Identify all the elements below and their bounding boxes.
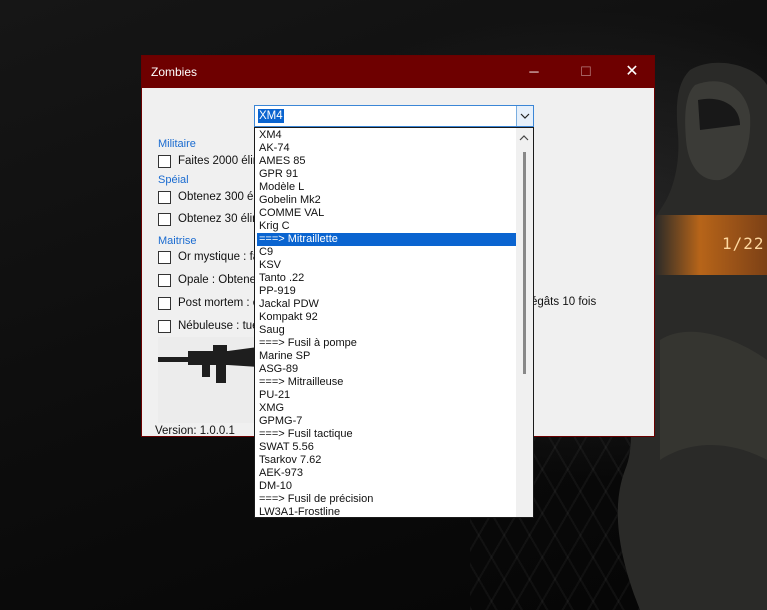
dropdown-option[interactable]: KSV bbox=[257, 259, 519, 272]
scroll-thumb[interactable] bbox=[523, 152, 526, 374]
dropdown-option[interactable]: GPMG-7 bbox=[257, 415, 519, 428]
dropdown-option[interactable]: SWAT 5.56 bbox=[257, 441, 519, 454]
group-label-special: Spéial bbox=[158, 174, 189, 186]
checkbox[interactable] bbox=[158, 190, 171, 204]
window-title: Zombies bbox=[151, 65, 198, 79]
challenge-row[interactable]: Obtenez 300 élim bbox=[158, 189, 268, 205]
scroll-up-arrow-icon[interactable] bbox=[519, 134, 529, 142]
dropdown-option[interactable]: ASG-89 bbox=[257, 363, 519, 376]
challenge-row[interactable]: Opale : Obtenez bbox=[158, 272, 262, 288]
challenge-row[interactable]: Faites 2000 élimi bbox=[158, 153, 265, 169]
dropdown-option[interactable]: GPR 91 bbox=[257, 168, 519, 181]
challenge-row[interactable]: Nébuleuse : tuez bbox=[158, 318, 264, 334]
group-label-maitrise: Maitrise bbox=[158, 235, 197, 247]
checkbox[interactable] bbox=[158, 273, 171, 287]
challenge-label: Opale : Obtenez bbox=[178, 274, 262, 286]
challenge-label: Faites 2000 élimi bbox=[178, 155, 265, 167]
challenge-label: Or mystique : fait bbox=[178, 251, 265, 263]
weapon-image bbox=[158, 337, 258, 423]
chevron-down-icon[interactable] bbox=[516, 106, 533, 126]
dropdown-option[interactable]: DM-10 bbox=[257, 480, 519, 493]
maximize-button[interactable]: ☐ bbox=[564, 56, 608, 88]
title-bar[interactable]: Zombies ─ ☐ ✕ bbox=[142, 56, 654, 88]
checkbox[interactable] bbox=[158, 154, 171, 168]
challenge-row[interactable]: Or mystique : fait bbox=[158, 249, 265, 265]
dropdown-option[interactable]: PU-21 bbox=[257, 389, 519, 402]
checkbox[interactable] bbox=[158, 250, 171, 264]
challenge-row[interactable]: Obtenez 30 élim bbox=[158, 211, 262, 227]
checkbox[interactable] bbox=[158, 319, 171, 333]
dropdown-option[interactable]: PP-919 bbox=[257, 285, 519, 298]
dropdown-option[interactable]: ===> Fusil tactique bbox=[257, 428, 519, 441]
dropdown-option[interactable]: Kompakt 92 bbox=[257, 311, 519, 324]
weapon-dropdown-list[interactable]: XM4 AK-74 AMES 85 GPR 91 Modèle L Gobelin Mk2… bbox=[254, 127, 534, 518]
dropdown-option[interactable]: ===> Fusil de précision bbox=[257, 493, 519, 506]
dropdown-option[interactable]: AEK-973 bbox=[257, 467, 519, 480]
challenge-label: Post mortem : ob bbox=[178, 297, 266, 309]
checkbox[interactable] bbox=[158, 296, 171, 310]
minimize-button[interactable]: ─ bbox=[512, 56, 556, 88]
checkbox[interactable] bbox=[158, 212, 171, 226]
dropdown-option[interactable]: Jackal PDW bbox=[257, 298, 519, 311]
challenge-label: Nébuleuse : tuez bbox=[178, 320, 265, 332]
dropdown-option[interactable]: XM4 bbox=[257, 129, 519, 142]
dropdown-option[interactable]: LW3A1-Frostline bbox=[257, 506, 519, 517]
dropdown-option[interactable]: Marine SP bbox=[257, 350, 519, 363]
dropdown-option[interactable]: C9 bbox=[257, 246, 519, 259]
dropdown-option[interactable]: Tsarkov 7.62 bbox=[257, 454, 519, 467]
dropdown-option[interactable]: Modèle L bbox=[257, 181, 519, 194]
dropdown-option[interactable]: ===> Mitrailleuse bbox=[257, 376, 519, 389]
challenge-row[interactable]: Post mortem : ob bbox=[158, 295, 266, 311]
dropdown-option[interactable]: COMME VAL bbox=[257, 207, 519, 220]
dropdown-option[interactable]: AK-74 bbox=[257, 142, 519, 155]
version-label: Version: 1.0.0.1 bbox=[155, 425, 235, 437]
scrollbar[interactable] bbox=[516, 128, 533, 517]
dropdown-option[interactable]: AMES 85 bbox=[257, 155, 519, 168]
dropdown-option[interactable]: ===> Mitraillette bbox=[257, 233, 519, 246]
challenge-label: Obtenez 30 élim bbox=[178, 213, 262, 225]
dropdown-option[interactable]: XMG bbox=[257, 402, 519, 415]
weapon-select-value: XM4 bbox=[258, 109, 284, 123]
challenge-label-suffix: égâts 10 fois bbox=[531, 296, 597, 308]
group-label-militaire: Militaire bbox=[158, 138, 196, 150]
dropdown-option[interactable]: Tanto .22 bbox=[257, 272, 519, 285]
weapon-select[interactable]: XM4 bbox=[254, 105, 534, 127]
close-button[interactable]: ✕ bbox=[610, 56, 654, 88]
dropdown-option[interactable]: Saug bbox=[257, 324, 519, 337]
dropdown-option[interactable]: Gobelin Mk2 bbox=[257, 194, 519, 207]
dropdown-option[interactable]: Krig C bbox=[257, 220, 519, 233]
hud-counter: 1/22 bbox=[722, 234, 765, 253]
dropdown-option[interactable]: ===> Fusil à pompe bbox=[257, 337, 519, 350]
